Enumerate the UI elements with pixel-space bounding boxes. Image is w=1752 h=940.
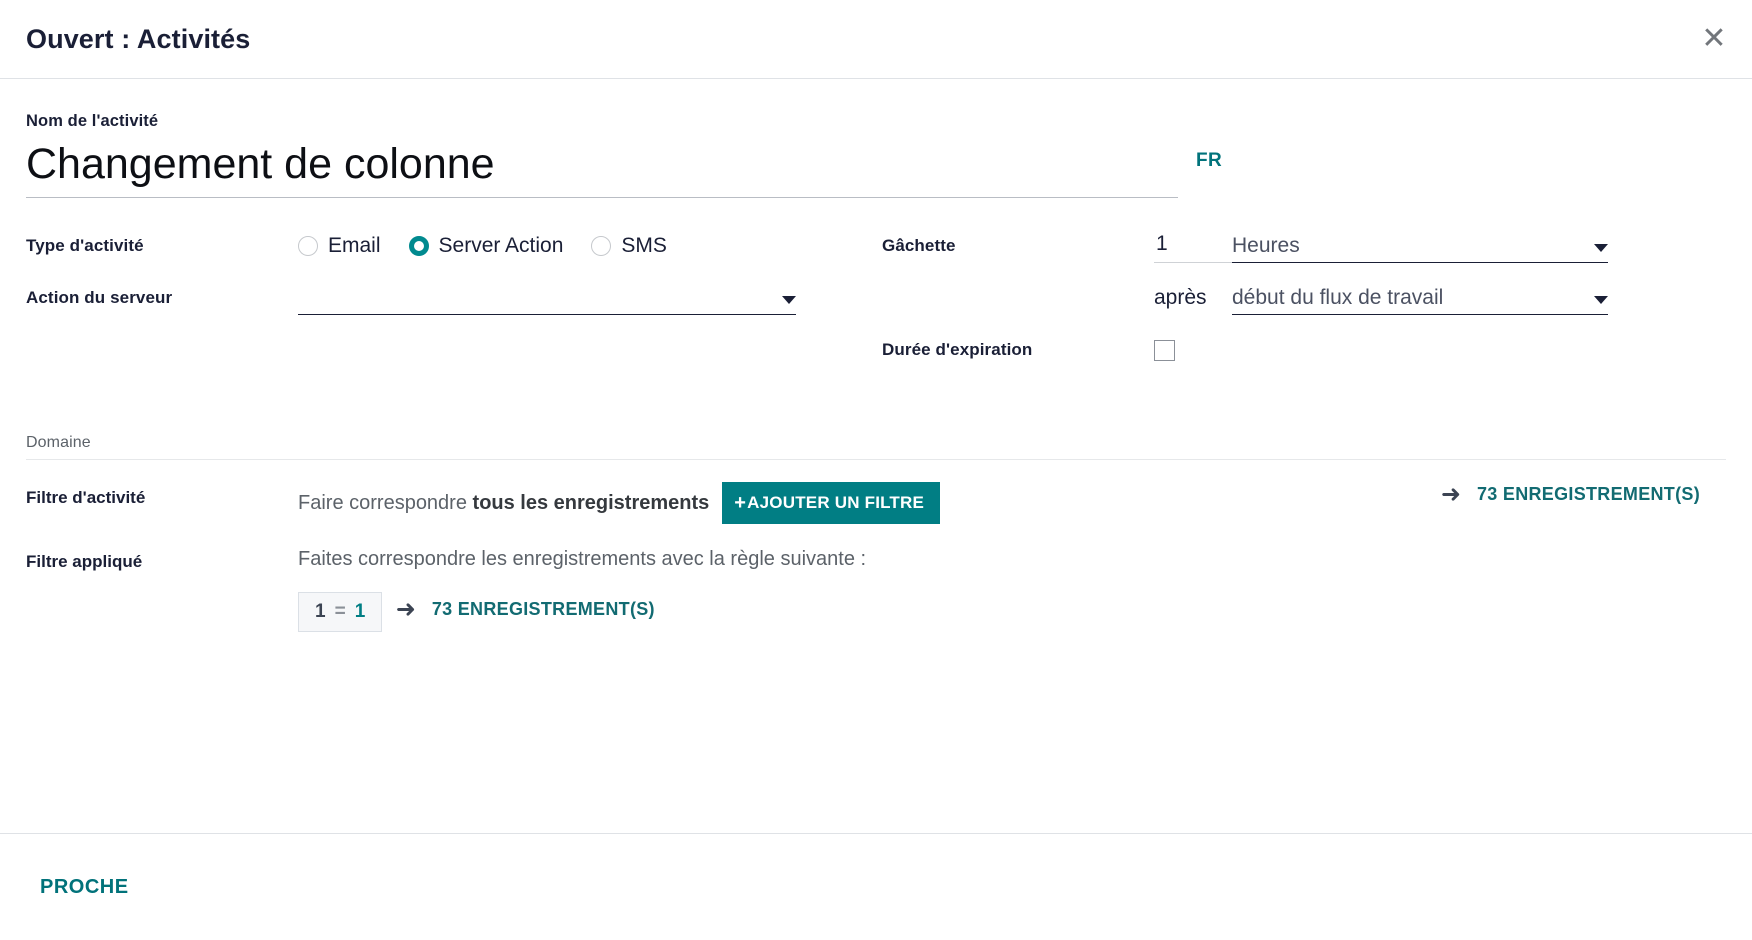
applied-filter-row: Filtre appliqué Faites correspondre les …: [26, 546, 1726, 632]
activity-filter-row: Filtre d'activité Faire correspondre tou…: [26, 482, 1726, 524]
page-title: Ouvert : Activités: [26, 23, 251, 54]
activity-name-row: Nom de l'activité FR: [26, 112, 1726, 198]
activity-type-row: Type d'activité Email Server Action SMS: [26, 220, 882, 272]
server-action-select[interactable]: [298, 281, 796, 315]
dialog-header: Ouvert : Activités ✕: [0, 0, 1752, 79]
chip-right-value: 1: [354, 601, 366, 622]
chip-left-value: 1: [315, 601, 326, 622]
server-action-label: Action du serveur: [26, 288, 173, 307]
domain-section: Domaine Filtre d'activité Faire correspo…: [26, 434, 1726, 632]
chevron-down-icon: [1594, 296, 1608, 304]
trigger-unit-select[interactable]: Heures: [1232, 229, 1608, 263]
activity-name-label: Nom de l'activité: [26, 112, 159, 130]
applied-filter-label: Filtre appliqué: [26, 552, 143, 571]
trigger-reference-select[interactable]: début du flux de travail: [1232, 281, 1608, 315]
trigger-amount-line: Heures: [1154, 229, 1608, 263]
match-prefix-text: Faire correspondre tous les enregistreme…: [298, 492, 709, 515]
chevron-down-icon: [782, 296, 796, 304]
add-filter-button[interactable]: + AJOUTER UN FILTRE: [722, 482, 941, 524]
server-action-value: [298, 310, 774, 314]
fields-area: Type d'activité Email Server Action SMS …: [26, 220, 1726, 376]
expiration-row: Durée d'expiration: [882, 324, 1672, 376]
expiration-label: Durée d'expiration: [882, 340, 1033, 359]
applied-filter-rule-text: Faites correspondre les enregistrements …: [298, 548, 867, 570]
applied-filter-records-label: 73 ENREGISTREMENT(S): [431, 598, 655, 619]
fields-left-column: Type d'activité Email Server Action SMS …: [26, 220, 882, 376]
activity-filter-label: Filtre d'activité: [26, 488, 146, 507]
language-badge[interactable]: FR: [1196, 150, 1222, 172]
radio-sms[interactable]: SMS: [591, 234, 667, 258]
trigger-reference-value: début du flux de travail: [1232, 286, 1444, 309]
radio-server-action[interactable]: Server Action: [408, 234, 564, 258]
server-action-row: Action du serveur: [26, 272, 882, 324]
chip-operator: =: [334, 601, 346, 622]
filter-rule-chip[interactable]: 1 = 1: [298, 592, 383, 632]
activity-type-label: Type d'activité: [26, 236, 144, 255]
radio-server-action-label: Server Action: [438, 234, 564, 257]
activity-name-input[interactable]: [26, 135, 1178, 198]
radio-email-label: Email: [328, 234, 381, 257]
trigger-row: Gâchette Heures: [882, 220, 1672, 272]
activity-name-column: Nom de l'activité: [26, 112, 1186, 198]
trigger-label: Gâchette: [882, 236, 956, 255]
match-prefix: Faire correspondre: [298, 491, 473, 514]
dialog-body: Nom de l'activité FR Type d'activité Ema…: [0, 79, 1752, 833]
expiration-checkbox[interactable]: [1154, 339, 1175, 361]
arrow-right-icon: ➜: [1440, 480, 1461, 508]
close-dialog-button[interactable]: PROCHE: [40, 876, 129, 899]
domain-section-title: Domaine: [26, 434, 1726, 460]
trigger-reference-row: après début du flux de travail: [882, 272, 1672, 324]
trigger-relation-label: après: [1154, 286, 1207, 309]
radio-circle-icon: [298, 236, 318, 256]
close-icon[interactable]: ✕: [1692, 17, 1736, 61]
radio-email[interactable]: Email: [298, 234, 381, 258]
radio-circle-icon: [591, 236, 612, 256]
dialog-footer: PROCHE: [0, 833, 1752, 940]
plus-icon: +: [734, 492, 747, 514]
applied-filter-records-link[interactable]: ➜ 73 ENREGISTREMENT(S): [396, 597, 655, 621]
activity-filter-content: Faire correspondre tous les enregistreme…: [298, 482, 1726, 524]
add-filter-button-label: AJOUTER UN FILTRE: [747, 493, 925, 512]
radio-sms-label: SMS: [621, 234, 667, 257]
arrow-right-icon: ➜: [395, 595, 416, 623]
match-strong: tous les enregistrements: [472, 491, 710, 514]
trigger-unit-value: Heures: [1232, 234, 1300, 257]
trigger-reference-line: après début du flux de travail: [1154, 281, 1608, 315]
radio-selected-icon: [408, 236, 429, 256]
activity-type-radio-group: Email Server Action SMS: [298, 234, 695, 258]
activity-dialog: Ouvert : Activités ✕ Nom de l'activité F…: [0, 0, 1752, 940]
chevron-down-icon: [1594, 244, 1608, 252]
activity-filter-records-link[interactable]: ➜ 73 ENREGISTREMENT(S): [1441, 482, 1700, 506]
fields-right-column: Gâchette Heures après début du: [882, 220, 1672, 376]
trigger-amount-input[interactable]: [1154, 229, 1232, 263]
activity-filter-records-label: 73 ENREGISTREMENT(S): [1476, 483, 1700, 504]
applied-filter-content: Faites correspondre les enregistrements …: [298, 546, 1726, 632]
